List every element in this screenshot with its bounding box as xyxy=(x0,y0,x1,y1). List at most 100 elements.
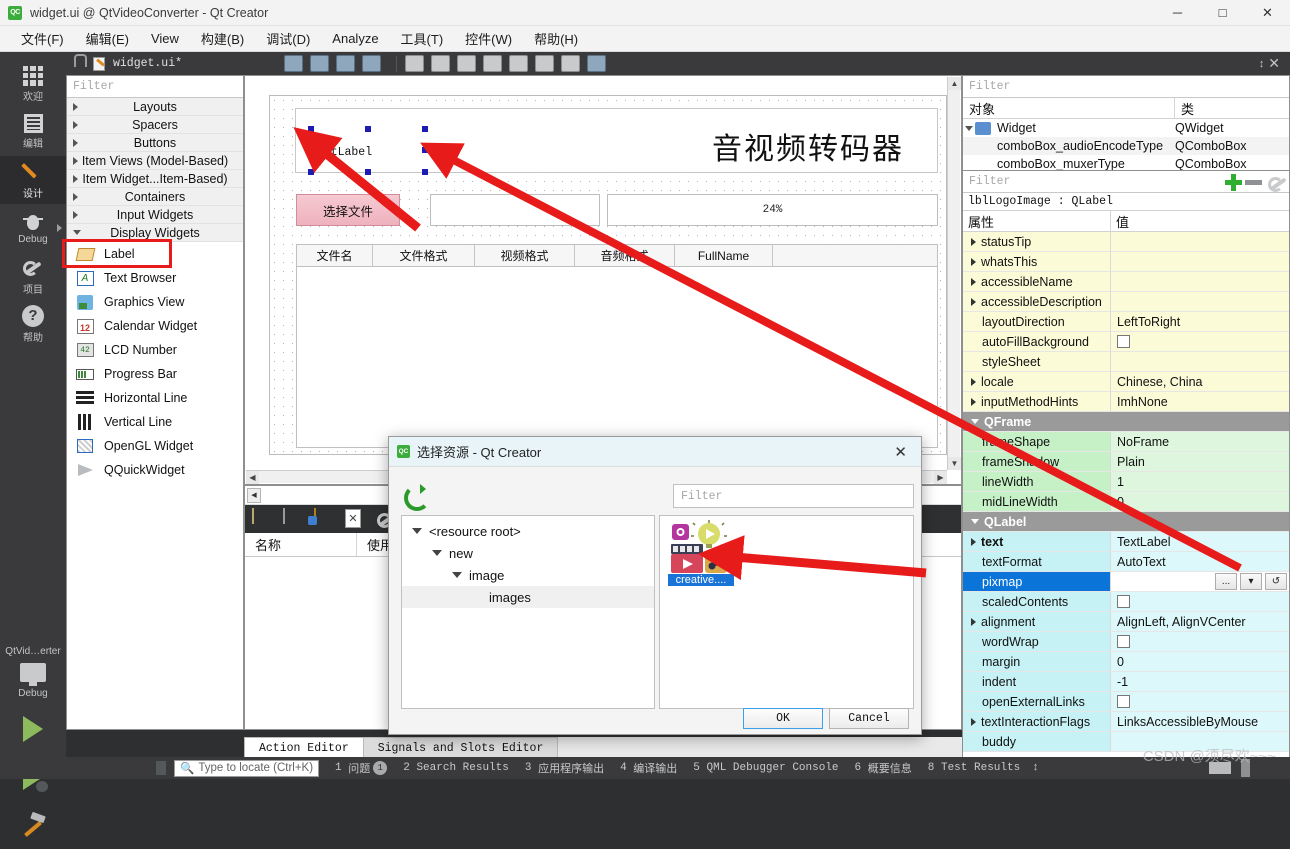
lblLogoImage-label[interactable]: TextLabel xyxy=(310,146,372,159)
copy-file-icon[interactable] xyxy=(283,507,305,530)
menu-debug[interactable]: 调试(D) xyxy=(255,26,321,51)
property-row-accessibleDescription[interactable]: accessibleDescription xyxy=(963,292,1289,312)
property-value[interactable]: -1 xyxy=(1111,672,1289,691)
output-pane-qml-debugger[interactable]: 5 QML Debugger Console xyxy=(693,762,838,774)
close-button[interactable]: ✕ xyxy=(1245,0,1290,26)
chevron-right-icon[interactable] xyxy=(971,617,976,626)
edit-buddies-icon[interactable] xyxy=(336,55,355,72)
build-button[interactable] xyxy=(0,801,66,849)
property-value[interactable]: 0 xyxy=(1111,492,1289,511)
edit-signals-slots-icon[interactable] xyxy=(310,55,329,72)
scroll-right-icon[interactable]: ▶ xyxy=(934,471,947,484)
mode-debug[interactable]: Debug xyxy=(0,204,66,252)
chevron-down-icon[interactable] xyxy=(432,550,442,556)
property-value[interactable]: AlignLeft, AlignVCenter xyxy=(1111,612,1289,631)
file-table[interactable]: 文件名 文件格式 视频格式 音频格式 FullName xyxy=(296,244,938,448)
minimize-button[interactable]: ─ xyxy=(1155,0,1200,26)
wrench-icon[interactable] xyxy=(1267,173,1285,192)
property-row-scaledContents[interactable]: scaledContents xyxy=(963,592,1289,612)
chevron-down-icon[interactable] xyxy=(971,419,979,424)
resource-column-name[interactable]: 名称 xyxy=(245,533,357,556)
checkbox-unchecked-icon[interactable] xyxy=(1117,695,1130,708)
run-button[interactable] xyxy=(0,705,66,753)
output-pane-compile-output[interactable]: 4 编译输出 xyxy=(620,760,677,776)
resource-thumbnail-item[interactable]: creative.... xyxy=(668,520,736,586)
widget-box-filter[interactable]: Filter xyxy=(67,76,243,98)
editor-filename[interactable]: widget.ui* xyxy=(113,57,182,70)
chevron-right-icon[interactable] xyxy=(971,257,976,266)
property-row-midLineWidth[interactable]: midLineWidth 0 xyxy=(963,492,1289,512)
chevron-down-icon[interactable] xyxy=(963,125,975,131)
scroll-left-icon[interactable]: ◀ xyxy=(247,487,261,503)
property-value[interactable] xyxy=(1111,292,1289,311)
property-row-text[interactable]: text TextLabel xyxy=(963,532,1289,552)
new-file-icon[interactable] xyxy=(252,507,274,530)
mode-welcome[interactable]: 欢迎 xyxy=(0,60,66,108)
property-value[interactable]: LeftToRight xyxy=(1111,312,1289,331)
tree-item-image[interactable]: image xyxy=(402,564,654,586)
checkbox-unchecked-icon[interactable] xyxy=(1117,335,1130,348)
plus-icon[interactable] xyxy=(1223,172,1243,192)
layout-splitter-vertical-icon[interactable] xyxy=(483,55,502,72)
property-value[interactable]: LinksAccessibleByMouse xyxy=(1111,712,1289,731)
widget-category-buttons[interactable]: Buttons xyxy=(67,134,243,152)
minus-icon[interactable] xyxy=(1243,172,1263,192)
property-row-wordWrap[interactable]: wordWrap xyxy=(963,632,1289,652)
tree-item-resource-root[interactable]: <resource root> xyxy=(402,520,654,542)
object-row-widget[interactable]: Widget QWidget xyxy=(963,119,1289,137)
unlock-icon[interactable] xyxy=(74,54,87,67)
split-icon[interactable]: ↕ xyxy=(1259,58,1265,70)
property-row-accessibleName[interactable]: accessibleName xyxy=(963,272,1289,292)
property-value[interactable] xyxy=(1111,232,1289,251)
chevron-right-icon[interactable] xyxy=(971,297,976,306)
canvas-vertical-scrollbar[interactable]: ▲ ▼ xyxy=(947,77,961,470)
layout-form-icon[interactable] xyxy=(509,55,528,72)
output-toggle-icon[interactable] xyxy=(156,761,166,775)
menu-help[interactable]: 帮助(H) xyxy=(523,26,589,51)
chevron-down-icon[interactable] xyxy=(452,572,462,578)
widget-item-horizontal-line[interactable]: Horizontal Line xyxy=(67,386,243,410)
property-row-frameShape[interactable]: frameShape NoFrame xyxy=(963,432,1289,452)
widget-item-vertical-line[interactable]: Vertical Line xyxy=(67,410,243,434)
kit-selector[interactable]: QtVid…erter Debug xyxy=(0,644,66,849)
add-file-icon[interactable] xyxy=(314,507,336,530)
object-inspector-filter[interactable]: Filter xyxy=(963,76,1289,98)
property-row-autoFillBackground[interactable]: autoFillBackground xyxy=(963,332,1289,352)
resize-handle[interactable] xyxy=(365,126,371,132)
property-row-textFormat[interactable]: textFormat AutoText xyxy=(963,552,1289,572)
edit-widgets-icon[interactable] xyxy=(284,55,303,72)
property-filter-input[interactable]: Filter xyxy=(963,175,1223,188)
menu-view[interactable]: View xyxy=(140,28,190,49)
property-value[interactable]: Chinese, China xyxy=(1111,372,1289,391)
choose-file-button[interactable]: 选择文件 xyxy=(296,194,400,226)
property-value[interactable]: AutoText xyxy=(1111,552,1289,571)
property-value[interactable]: ImhNone xyxy=(1111,392,1289,411)
widget-item-graphics-view[interactable]: Graphics View xyxy=(67,290,243,314)
checkbox-unchecked-icon[interactable] xyxy=(1117,595,1130,608)
property-row-frameShadow[interactable]: frameShadow Plain xyxy=(963,452,1289,472)
resize-handle[interactable] xyxy=(308,169,314,175)
file-path-input[interactable] xyxy=(430,194,600,226)
table-header-cell[interactable]: FullName xyxy=(675,245,773,266)
object-row-combobox-audio[interactable]: comboBox_audioEncodeType QComboBox xyxy=(963,137,1289,155)
property-row-styleSheet[interactable]: styleSheet xyxy=(963,352,1289,372)
pixmap-browse-button[interactable]: ... xyxy=(1215,573,1237,590)
scroll-down-icon[interactable]: ▼ xyxy=(948,457,961,470)
property-column-value[interactable]: 值 xyxy=(1111,211,1289,231)
mode-help[interactable]: ? 帮助 xyxy=(0,300,66,348)
form-editor-canvas[interactable]: TextLabel 音视频转码器 选择文件 24% 文件名 文件格式 视频格式 … xyxy=(244,75,962,485)
widget-item-progress-bar[interactable]: Progress Bar xyxy=(67,362,243,386)
property-row-whatsThis[interactable]: whatsThis xyxy=(963,252,1289,272)
dialog-cancel-button[interactable]: Cancel xyxy=(829,708,909,729)
property-row-margin[interactable]: margin 0 xyxy=(963,652,1289,672)
chevron-right-icon[interactable] xyxy=(971,237,976,246)
chevron-right-icon[interactable] xyxy=(971,377,976,386)
widget-item-calendar-widget[interactable]: 12 Calendar Widget xyxy=(67,314,243,338)
chevron-right-icon[interactable] xyxy=(971,717,976,726)
resize-handle[interactable] xyxy=(308,147,314,153)
property-value[interactable]: 1 xyxy=(1111,472,1289,491)
widget-item-text-browser[interactable]: A Text Browser xyxy=(67,266,243,290)
layout-vertically-icon[interactable] xyxy=(431,55,450,72)
property-value[interactable]: TextLabel xyxy=(1111,532,1289,551)
widget-category-item-widgets[interactable]: Item Widget...Item-Based) xyxy=(67,170,243,188)
